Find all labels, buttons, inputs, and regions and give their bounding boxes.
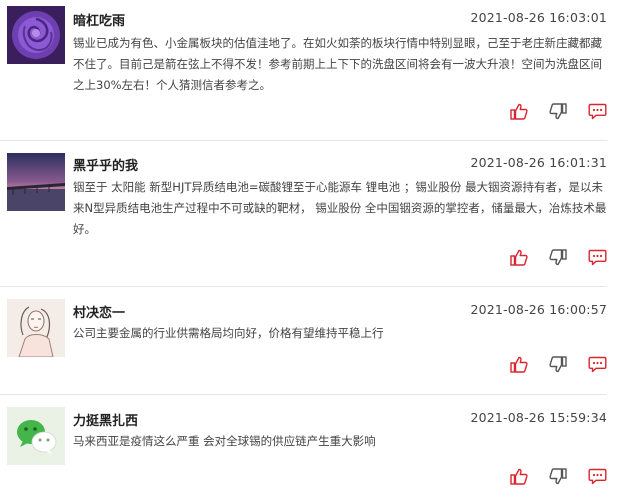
post-time: 2021-08-26 16:00:57	[470, 302, 607, 317]
thumbs-down-icon	[549, 467, 567, 485]
comment-post: 村决恋一 2021-08-26 16:00:57 公司主要金属的行业供需格局均向…	[0, 287, 617, 394]
comment-post: 黑乎乎的我 2021-08-26 16:01:31 铟至于 太阳能 新型HJT异…	[0, 141, 617, 286]
dislike-button[interactable]	[548, 102, 568, 120]
username[interactable]: 黑乎乎的我	[73, 155, 138, 174]
post-content: 公司主要金属的行业供需格局均向好，价格有望维持平稳上行	[73, 326, 384, 340]
reply-button[interactable]	[587, 467, 607, 485]
username[interactable]: 村决恋一	[73, 302, 125, 321]
post-actions	[509, 102, 607, 120]
post-content: 锡业已成为有色、小金属板块的估值洼地了。在如火如荼的板块行情中特别显眼，己至于老…	[73, 36, 602, 92]
post-time: 2021-08-26 16:01:31	[470, 155, 607, 170]
like-button[interactable]	[509, 102, 529, 120]
avatar[interactable]	[7, 6, 65, 64]
like-button[interactable]	[509, 248, 529, 266]
like-button[interactable]	[509, 355, 529, 373]
reply-button[interactable]	[587, 248, 607, 266]
comment-post: 暗杠吃雨 2021-08-26 16:03:01 锡业已成为有色、小金属板块的估…	[0, 0, 617, 140]
like-button[interactable]	[509, 467, 529, 485]
reply-button[interactable]	[587, 355, 607, 373]
username[interactable]: 暗杠吃雨	[73, 10, 125, 29]
avatar[interactable]	[7, 407, 65, 465]
post-actions	[509, 248, 607, 266]
thumbs-up-icon	[510, 356, 528, 373]
post-time: 2021-08-26 16:03:01	[470, 10, 607, 25]
comment-icon	[588, 103, 607, 120]
thumbs-up-icon	[510, 249, 528, 266]
thumbs-down-icon	[549, 355, 567, 373]
reply-button[interactable]	[587, 102, 607, 120]
post-content: 铟至于 太阳能 新型HJT异质结电池=碳酸锂至于心能源车 锂电池 ；锡业股份 最…	[73, 180, 607, 236]
username[interactable]: 力挺黑扎西	[73, 410, 138, 429]
post-content: 马来西亚是疫情这么严重 会对全球锡的供应链产生重大影响	[73, 434, 376, 448]
comment-post: 力挺黑扎西 2021-08-26 15:59:34 马来西亚是疫情这么严重 会对…	[0, 395, 617, 491]
post-actions	[509, 355, 607, 373]
comment-icon	[588, 249, 607, 266]
avatar[interactable]	[7, 153, 65, 211]
post-time: 2021-08-26 15:59:34	[470, 410, 607, 425]
thumbs-down-icon	[549, 102, 567, 120]
avatar[interactable]	[7, 299, 65, 357]
comment-icon	[588, 468, 607, 485]
thumbs-up-icon	[510, 468, 528, 485]
dislike-button[interactable]	[548, 467, 568, 485]
comment-icon	[588, 356, 607, 373]
post-actions	[509, 467, 607, 485]
thumbs-up-icon	[510, 103, 528, 120]
dislike-button[interactable]	[548, 355, 568, 373]
thumbs-down-icon	[549, 248, 567, 266]
dislike-button[interactable]	[548, 248, 568, 266]
